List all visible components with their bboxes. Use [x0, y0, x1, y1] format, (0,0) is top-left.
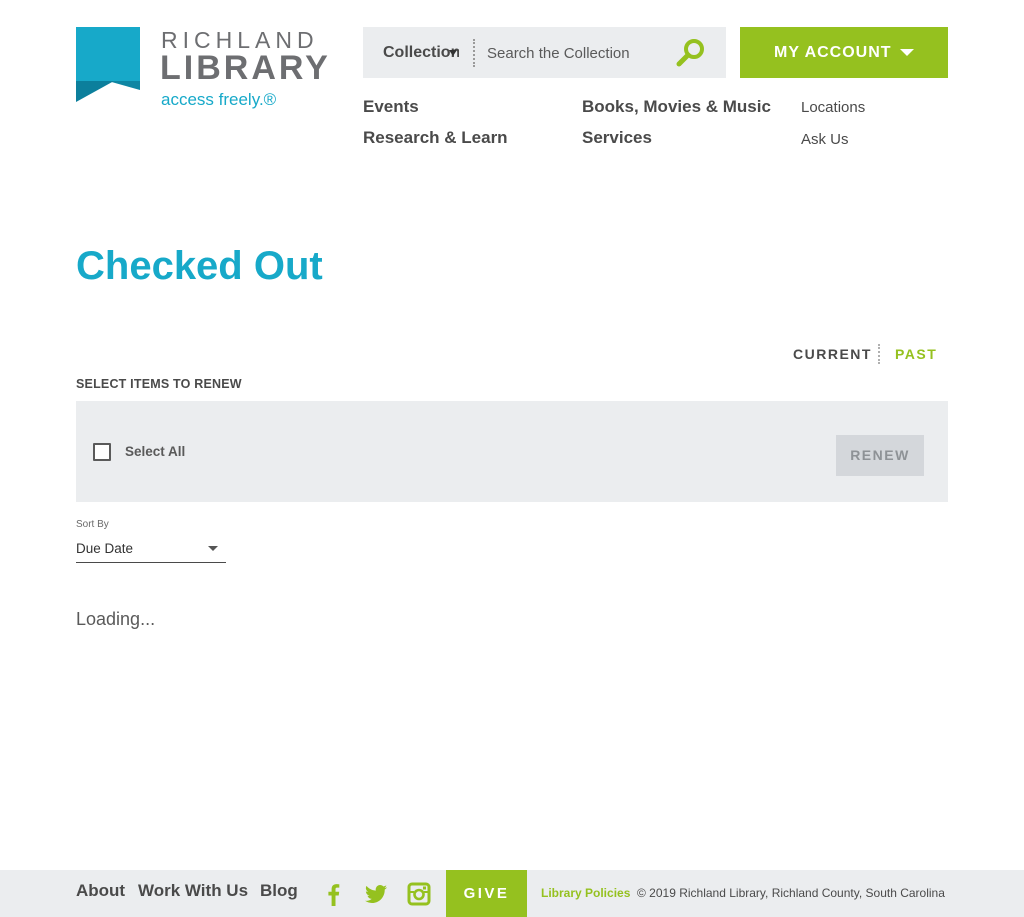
logo-wordmark-bottom: LIBRARY	[160, 49, 331, 87]
nav-services[interactable]: Services	[582, 128, 652, 148]
footer: About Work With Us Blog GIVE Library Pol…	[0, 870, 1024, 917]
logo-mark-icon	[76, 27, 140, 102]
footer-about-link[interactable]: About	[76, 881, 125, 901]
my-account-label: MY ACCOUNT	[774, 44, 892, 61]
loading-text: Loading...	[76, 609, 156, 629]
library-logo[interactable]: RICHLAND LIBRARY access freely.®	[76, 27, 328, 117]
select-all-checkbox[interactable]	[93, 443, 111, 461]
search-bar: Collection	[363, 27, 726, 78]
nav-books-movies-music[interactable]: Books, Movies & Music	[582, 97, 771, 117]
sort-label: Sort By	[76, 519, 109, 530]
footer-work-link[interactable]: Work With Us	[138, 881, 248, 901]
library-policies-link[interactable]: Library Policies	[541, 886, 630, 900]
nav-research-learn[interactable]: Research & Learn	[363, 128, 508, 148]
renew-section-label: SELECT ITEMS TO RENEW	[76, 377, 242, 391]
sort-select[interactable]: Due Date	[76, 540, 226, 563]
my-account-button[interactable]: MY ACCOUNT	[740, 27, 948, 78]
search-divider	[473, 39, 475, 67]
tab-divider	[878, 344, 880, 364]
tab-past[interactable]: PAST	[895, 346, 937, 362]
chevron-down-icon	[208, 546, 218, 551]
nav-events[interactable]: Events	[363, 97, 419, 117]
footer-blog-link[interactable]: Blog	[260, 881, 298, 901]
renew-panel: Select All RENEW	[76, 401, 948, 502]
facebook-icon[interactable]	[322, 882, 346, 906]
search-input[interactable]	[487, 40, 662, 66]
instagram-icon[interactable]	[407, 882, 431, 906]
chevron-down-icon	[900, 49, 914, 56]
copyright-text: © 2019 Richland Library, Richland County…	[637, 886, 945, 900]
nav-ask-us[interactable]: Ask Us	[801, 131, 849, 148]
tab-current[interactable]: CURRENT	[793, 346, 872, 362]
renew-button[interactable]: RENEW	[836, 435, 924, 476]
page-title: Checked Out	[76, 244, 323, 288]
nav-locations[interactable]: Locations	[801, 99, 865, 116]
search-icon[interactable]	[675, 38, 707, 68]
sort-value: Due Date	[76, 541, 134, 556]
give-button[interactable]: GIVE	[446, 870, 527, 917]
chevron-down-icon	[449, 50, 457, 56]
select-all-label[interactable]: Select All	[125, 444, 185, 459]
search-category-select[interactable]: Collection	[383, 44, 459, 62]
twitter-icon[interactable]	[364, 882, 388, 906]
logo-tagline: access freely.®	[161, 90, 277, 109]
